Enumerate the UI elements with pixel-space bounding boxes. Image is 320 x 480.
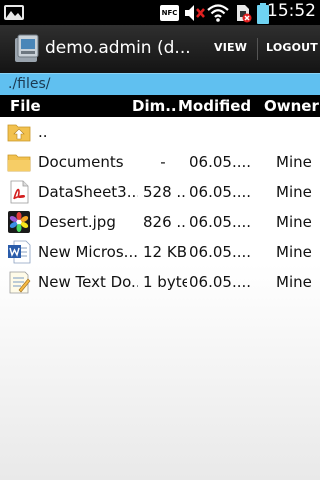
logout-button[interactable]: LOGOUT (266, 41, 318, 54)
action-bar: demo.admin (d... VIEW LOGOUT (0, 25, 320, 73)
file-owner: Mine (276, 183, 312, 201)
table-row[interactable]: .. (0, 117, 320, 147)
image-file-icon (8, 211, 30, 233)
file-name: New Text Do... (38, 273, 138, 291)
file-modified: 06.05.... (189, 243, 252, 261)
file-owner: Mine (276, 243, 312, 261)
table-header: File Dim... Modified Owner (0, 95, 320, 117)
table-row[interactable]: Desert.jpg 826 ... 06.05.... Mine (0, 207, 320, 237)
app-logo-icon[interactable] (12, 33, 42, 65)
file-size: - (160, 153, 166, 171)
clock: 15:52 (267, 1, 316, 21)
sim-error-icon (237, 5, 252, 23)
file-owner: Mine (276, 273, 312, 291)
view-button[interactable]: VIEW (214, 41, 247, 54)
table-row[interactable]: New Micros... 12 KB 06.05.... Mine (0, 237, 320, 267)
folder-up-icon (7, 124, 31, 142)
gallery-icon (4, 5, 24, 20)
file-modified: 06.05.... (189, 183, 252, 201)
file-owner: Mine (276, 213, 312, 231)
file-size: 1 byte (143, 273, 187, 291)
file-size: 12 KB (143, 243, 187, 261)
file-modified: 06.05.... (189, 213, 252, 231)
app-title: demo.admin (d... (45, 38, 191, 58)
word-doc-icon (8, 240, 31, 264)
mute-icon (185, 5, 205, 21)
file-name: Desert.jpg (38, 213, 116, 231)
file-name: .. (38, 123, 48, 141)
action-divider (257, 38, 258, 60)
column-header-owner[interactable]: Owner (264, 95, 319, 117)
pdf-icon (10, 180, 29, 204)
text-file-icon (9, 271, 31, 294)
status-bar: NFC 15:52 (0, 0, 320, 25)
file-name: Documents (38, 153, 124, 171)
table-row[interactable]: Documents - 06.05.... Mine (0, 147, 320, 177)
column-header-dim[interactable]: Dim... (132, 95, 176, 117)
wifi-icon (207, 4, 229, 22)
file-size: 826 ... (143, 213, 187, 231)
file-modified: 06.05.... (189, 153, 252, 171)
file-name: DataSheet3.... (38, 183, 138, 201)
nfc-icon: NFC (160, 5, 179, 21)
path-breadcrumb[interactable]: ./files/ (0, 73, 320, 95)
file-name: New Micros... (38, 243, 138, 261)
folder-icon (7, 154, 31, 172)
table-row[interactable]: New Text Do... 1 byte 06.05.... Mine (0, 267, 320, 297)
file-owner: Mine (276, 153, 312, 171)
file-size: 528 ... (143, 183, 187, 201)
table-row[interactable]: DataSheet3.... 528 ... 06.05.... Mine (0, 177, 320, 207)
file-modified: 06.05.... (189, 273, 252, 291)
column-header-file[interactable]: File (10, 95, 41, 117)
column-header-modified[interactable]: Modified (178, 95, 251, 117)
